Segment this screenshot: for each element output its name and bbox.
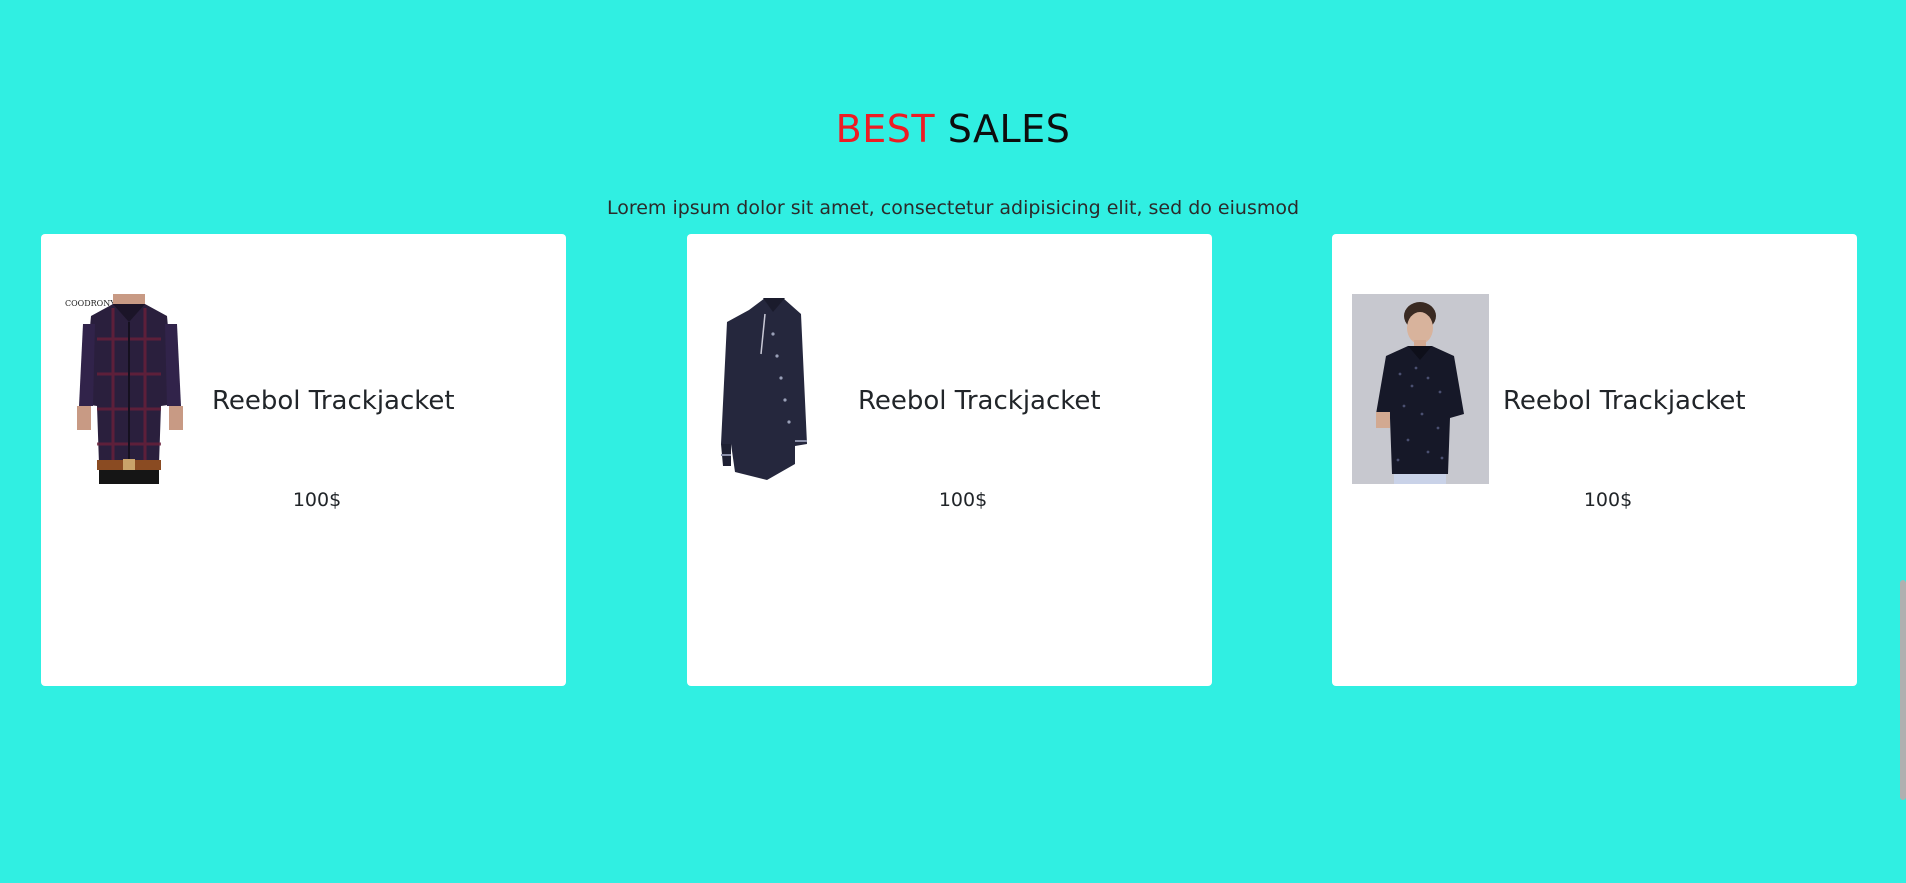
section-title-rest: SALES	[947, 107, 1071, 151]
page-scrollbar[interactable]	[1900, 580, 1906, 800]
model-dotted-shirt-image-graphic	[1352, 294, 1489, 484]
product-price: 100$	[938, 489, 988, 511]
section-title-accent: BEST	[835, 107, 936, 151]
product-price: 100$	[292, 489, 342, 511]
section-subtitle: Lorem ipsum dolor sit amet, consectetur …	[606, 197, 1300, 219]
black-shirt-image-graphic	[707, 294, 844, 484]
product-card[interactable]: COODRONY Reebol Trackjacket 100$	[41, 234, 566, 686]
product-name[interactable]: Reebol Trackjacket	[1503, 384, 1746, 418]
product-card[interactable]: Reebol Trackjacket 100$	[1332, 234, 1857, 686]
section-title: BEST SALES	[0, 100, 1906, 158]
plaid-shirt-image-graphic: COODRONY	[61, 294, 198, 484]
product-card[interactable]: Reebol Trackjacket 100$	[687, 234, 1212, 686]
product-name[interactable]: Reebol Trackjacket	[212, 384, 455, 418]
model-dotted-shirt-image[interactable]	[1352, 294, 1489, 484]
black-shirt-image[interactable]	[707, 294, 844, 484]
plaid-shirt-image[interactable]: COODRONY	[61, 294, 198, 484]
product-price: 100$	[1583, 489, 1633, 511]
product-name[interactable]: Reebol Trackjacket	[858, 384, 1101, 418]
